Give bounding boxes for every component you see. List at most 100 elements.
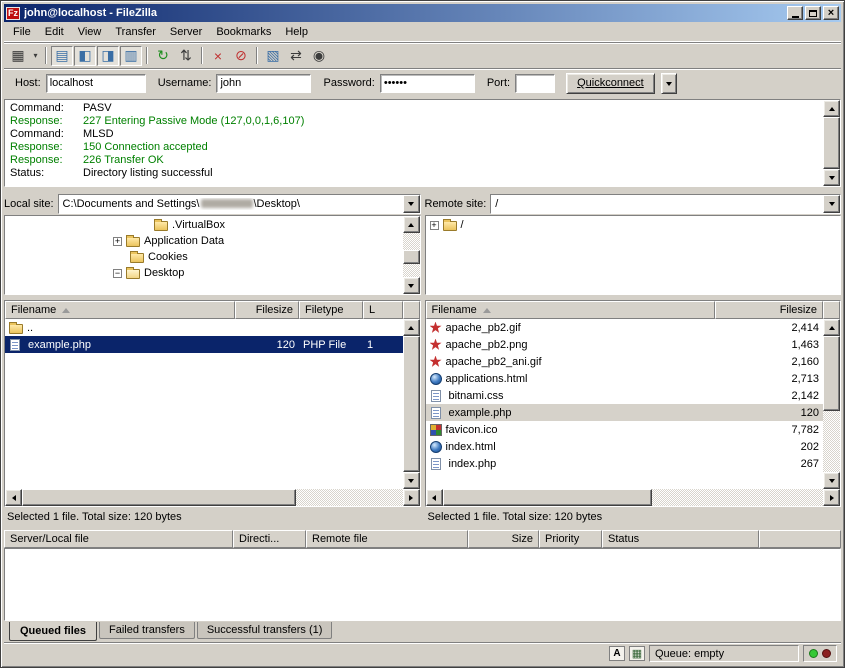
scroll-thumb[interactable]	[823, 117, 840, 169]
file-row[interactable]: index.php 267	[426, 455, 824, 472]
queue-column-header[interactable]: Priority	[539, 530, 602, 548]
local-tree-scrollbar[interactable]	[403, 216, 420, 294]
tree-item[interactable]: Cookies	[5, 249, 403, 265]
username-input[interactable]	[216, 74, 311, 93]
titlebar[interactable]: Fz john@localhost - FileZilla ×	[4, 4, 841, 22]
cancel-operation-icon[interactable]: ×	[207, 46, 229, 66]
file-row[interactable]: apache_pb2.gif 2,414	[426, 319, 824, 336]
queue-column-header[interactable]: Status	[602, 530, 759, 548]
toggle-remote-tree-icon[interactable]: ◨	[97, 46, 119, 66]
maximize-button[interactable]	[805, 6, 821, 20]
site-manager-dropdown-icon[interactable]: ▾	[30, 46, 41, 66]
file-row[interactable]: apache_pb2_ani.gif 2,160	[426, 353, 824, 370]
toggle-message-log-icon[interactable]: ▤	[51, 46, 73, 66]
quickconnect-button[interactable]: Quickconnect	[566, 73, 655, 94]
scroll-track[interactable]	[22, 489, 403, 506]
menu-item[interactable]: Server	[163, 23, 209, 41]
scroll-track[interactable]	[443, 489, 824, 506]
minimize-button[interactable]	[787, 6, 803, 20]
scroll-down-button[interactable]	[823, 169, 840, 186]
scroll-right-button[interactable]	[403, 489, 420, 506]
menu-item[interactable]: File	[6, 23, 38, 41]
menu-item[interactable]: Help	[278, 23, 315, 41]
synchronized-browsing-icon[interactable]: ⇄	[285, 46, 307, 66]
remote-site-dropdown-button[interactable]	[823, 195, 840, 213]
scroll-left-button[interactable]	[426, 489, 443, 506]
scroll-up-button[interactable]	[823, 319, 840, 336]
menu-item[interactable]: View	[71, 23, 109, 41]
refresh-icon[interactable]: ↻	[152, 46, 174, 66]
tree-expander[interactable]: −	[113, 269, 122, 278]
queue-column-header[interactable]: Directi...	[233, 530, 306, 548]
scroll-down-button[interactable]	[823, 472, 840, 489]
tree-item[interactable]: + /	[426, 217, 841, 233]
menu-item[interactable]: Transfer	[108, 23, 163, 41]
tree-item[interactable]: − Desktop	[5, 265, 403, 281]
menu-item[interactable]: Edit	[38, 23, 71, 41]
remote-path: /	[491, 198, 823, 210]
process-queue-icon[interactable]: ⇅	[175, 46, 197, 66]
password-input[interactable]	[380, 74, 475, 93]
port-input[interactable]	[515, 74, 555, 93]
scroll-thumb[interactable]	[403, 250, 420, 264]
queue-tab[interactable]: Queued files	[9, 622, 97, 641]
remote-list-hscrollbar[interactable]	[426, 489, 841, 506]
queue-column-header[interactable]: Remote file	[306, 530, 468, 548]
column-header[interactable]: Filename	[5, 301, 235, 319]
scroll-track[interactable]	[823, 336, 840, 472]
file-row[interactable]: ..	[5, 319, 403, 336]
file-row[interactable]: example.php 120	[426, 404, 824, 421]
queue-tab[interactable]: Failed transfers	[99, 622, 195, 639]
tree-expander[interactable]: +	[430, 221, 439, 230]
scroll-up-button[interactable]	[403, 216, 420, 233]
queue-column-header[interactable]: Server/Local file	[4, 530, 233, 548]
column-header[interactable]: Filetype	[299, 301, 363, 319]
scroll-thumb[interactable]	[403, 336, 420, 472]
remote-list-scrollbar[interactable]	[823, 319, 840, 489]
column-header[interactable]: Filename	[426, 301, 716, 319]
close-button[interactable]: ×	[823, 6, 839, 20]
file-row[interactable]: bitnami.css 2,142	[426, 387, 824, 404]
file-row[interactable]: example.php 120 PHP File 1	[5, 336, 403, 353]
scroll-right-button[interactable]	[823, 489, 840, 506]
find-files-icon[interactable]: ◉	[308, 46, 330, 66]
column-header[interactable]: Filesize	[715, 301, 823, 319]
scroll-thumb[interactable]	[443, 489, 652, 506]
scroll-thumb[interactable]	[22, 489, 296, 506]
scroll-left-button[interactable]	[5, 489, 22, 506]
local-list-scrollbar[interactable]	[403, 319, 420, 489]
scroll-down-button[interactable]	[403, 277, 420, 294]
directory-comparison-icon[interactable]: ▧	[262, 46, 284, 66]
quickconnect-dropdown-button[interactable]	[661, 73, 677, 94]
scroll-down-button[interactable]	[403, 472, 420, 489]
scroll-track[interactable]	[823, 117, 840, 169]
transfer-queue-body[interactable]	[4, 548, 841, 621]
toggle-local-tree-icon[interactable]: ◧	[74, 46, 96, 66]
file-row[interactable]: apache_pb2.png 1,463	[426, 336, 824, 353]
file-row[interactable]: applications.html 2,713	[426, 370, 824, 387]
scroll-up-button[interactable]	[823, 100, 840, 117]
tree-item[interactable]: + Application Data	[5, 233, 403, 249]
remote-site-combo[interactable]: /	[490, 194, 841, 214]
file-row[interactable]: favicon.ico 7,782	[426, 421, 824, 438]
scroll-thumb[interactable]	[823, 336, 840, 411]
tree-item[interactable]: .VirtualBox	[5, 217, 403, 233]
queue-column-header[interactable]: Size	[468, 530, 539, 548]
tree-expander[interactable]: +	[113, 237, 122, 246]
menu-item[interactable]: Bookmarks	[209, 23, 278, 41]
scroll-track[interactable]	[403, 336, 420, 472]
local-site-combo[interactable]: C:\Documents and Settings\\Desktop\	[58, 194, 421, 214]
column-header[interactable]: L	[363, 301, 403, 319]
toggle-transfer-queue-icon[interactable]: ▥	[120, 46, 142, 66]
log-scrollbar[interactable]	[823, 100, 840, 186]
scroll-track[interactable]	[403, 233, 420, 277]
site-manager-icon[interactable]: ▦	[7, 46, 29, 66]
scroll-up-button[interactable]	[403, 319, 420, 336]
local-list-hscrollbar[interactable]	[5, 489, 420, 506]
local-site-dropdown-button[interactable]	[403, 195, 420, 213]
host-input[interactable]	[46, 74, 146, 93]
column-header[interactable]: Filesize	[235, 301, 299, 319]
queue-tab[interactable]: Successful transfers (1)	[197, 622, 333, 639]
file-row[interactable]: index.html 202	[426, 438, 824, 455]
disconnect-icon[interactable]: ⊘	[230, 46, 252, 66]
